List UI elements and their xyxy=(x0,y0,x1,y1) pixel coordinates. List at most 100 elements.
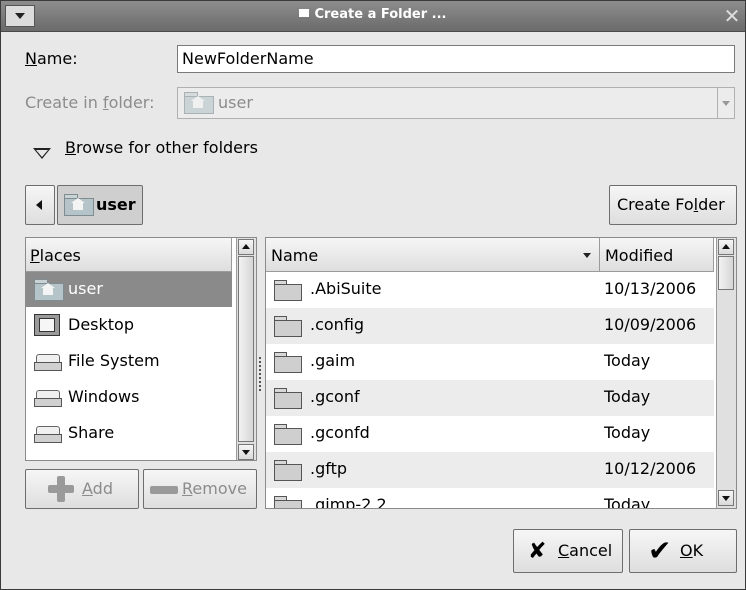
places-item-user[interactable]: user xyxy=(26,272,232,307)
file-name: .gftp xyxy=(310,459,348,478)
name-label-text: ame: xyxy=(36,49,78,68)
window-icon xyxy=(299,9,310,17)
folder-icon xyxy=(274,352,302,373)
create-in-folder-label: Create in folder: xyxy=(25,93,154,112)
file-row[interactable]: .AbiSuite 10/13/2006 xyxy=(266,272,714,308)
chevron-down-icon xyxy=(717,88,734,118)
create-folder-label: Create Folder xyxy=(617,195,725,214)
create-in-prefix: Create in xyxy=(25,93,103,112)
file-modified: 10/12/2006 xyxy=(604,459,697,478)
add-bookmark-button[interactable]: Add xyxy=(25,469,139,509)
file-modified: Today xyxy=(604,495,651,509)
desktop-icon xyxy=(34,314,60,336)
drive-icon xyxy=(34,426,62,443)
expander-arrow-icon[interactable] xyxy=(31,143,53,163)
home-folder-icon xyxy=(64,194,94,216)
create-folder-button[interactable]: Create Folder xyxy=(609,185,737,225)
places-column-header[interactable]: Places xyxy=(26,238,232,272)
titlebar: Create a Folder ... ✕ xyxy=(1,1,745,32)
file-modified: Today xyxy=(604,387,651,406)
places-item-windows[interactable]: Windows xyxy=(26,380,232,415)
folder-icon xyxy=(274,280,302,301)
file-name: .gconf xyxy=(310,387,360,406)
home-folder-icon xyxy=(184,92,214,114)
home-folder-icon xyxy=(34,279,64,301)
folder-icon xyxy=(274,388,302,409)
places-item-label: Desktop xyxy=(68,315,134,334)
remove-label-text: emove xyxy=(192,479,247,498)
scroll-down-arrow[interactable] xyxy=(718,490,734,506)
path-button-user[interactable]: user xyxy=(57,185,143,225)
places-header-text: laces xyxy=(39,246,81,265)
path-back-button[interactable] xyxy=(25,185,55,225)
column-header-modified-label: Modified xyxy=(605,246,674,265)
file-row[interactable]: .gconf Today xyxy=(266,380,714,416)
name-label: Name: xyxy=(25,49,78,68)
create-folder-label-a: Create Fo xyxy=(617,195,694,214)
places-list: Places user Desktop File System Windows … xyxy=(25,237,257,461)
drive-icon xyxy=(34,390,62,407)
cancel-icon: ✘ xyxy=(528,539,547,564)
folder-icon xyxy=(274,424,302,445)
file-list: Name Modified .AbiSuite 10/13/2006 .conf… xyxy=(265,237,737,509)
places-item-label: Windows xyxy=(68,387,140,406)
folder-icon xyxy=(274,460,302,481)
file-list-scroll-thumb[interactable] xyxy=(718,256,734,290)
column-header-name-label: Name xyxy=(271,246,319,265)
folder-name-value: NewFolderName xyxy=(182,49,314,68)
file-modified: Today xyxy=(604,351,651,370)
ok-button[interactable]: ✔ OK xyxy=(629,529,737,573)
places-scrollbar[interactable] xyxy=(236,238,256,460)
remove-mnemonic: R xyxy=(182,479,193,498)
window-title-text: Create a Folder ... xyxy=(314,7,447,22)
cancel-label-text: ancel xyxy=(569,541,613,560)
add-mnemonic: A xyxy=(82,479,93,498)
add-label-text: dd xyxy=(92,479,113,498)
browse-label-text: rowse for other folders xyxy=(75,138,258,157)
file-row[interactable]: .gimp-2.2 Today xyxy=(266,488,714,509)
name-label-mnemonic: N xyxy=(25,49,37,68)
add-icon xyxy=(48,476,74,502)
create-in-suffix: older: xyxy=(108,93,155,112)
folder-name-input[interactable]: NewFolderName xyxy=(177,45,735,73)
browse-mnemonic: B xyxy=(65,138,76,157)
cancel-mnemonic: C xyxy=(558,541,570,560)
folder-icon xyxy=(274,316,302,337)
cancel-button[interactable]: ✘ Cancel xyxy=(513,529,623,573)
create-folder-label-b: der xyxy=(698,195,725,214)
file-list-scrollbar[interactable] xyxy=(716,238,736,508)
window-title: Create a Folder ... xyxy=(1,7,745,22)
places-item-label: Share xyxy=(68,423,115,442)
places-scroll-thumb[interactable] xyxy=(238,256,254,442)
scroll-up-arrow[interactable] xyxy=(718,239,734,255)
scroll-down-arrow[interactable] xyxy=(238,444,254,460)
file-row[interactable]: .gconfd Today xyxy=(266,416,714,452)
places-item-file-system[interactable]: File System xyxy=(26,344,232,379)
close-icon: ✕ xyxy=(723,4,741,28)
file-name: .gimp-2.2 xyxy=(310,495,387,509)
file-row[interactable]: .config 10/09/2006 xyxy=(266,308,714,344)
file-modified: Today xyxy=(604,423,651,442)
scroll-up-arrow[interactable] xyxy=(238,239,254,255)
column-header-modified[interactable]: Modified xyxy=(600,238,714,272)
places-item-label: user xyxy=(68,279,103,298)
browse-for-other-folders[interactable]: Browse for other folders xyxy=(65,138,258,157)
remove-icon xyxy=(150,486,178,494)
file-name: .gconfd xyxy=(310,423,370,442)
remove-bookmark-button[interactable]: Remove xyxy=(143,469,257,509)
file-name: .AbiSuite xyxy=(310,279,382,298)
close-button[interactable]: ✕ xyxy=(721,5,743,27)
sort-descending-icon xyxy=(583,253,591,258)
ok-mnemonic: O xyxy=(680,541,693,560)
file-row[interactable]: .gftp 10/12/2006 xyxy=(266,452,714,488)
file-row[interactable]: .gaim Today xyxy=(266,344,714,380)
file-name: .config xyxy=(310,315,365,334)
places-item-desktop[interactable]: Desktop xyxy=(26,308,232,343)
column-header-name[interactable]: Name xyxy=(266,238,600,272)
file-modified: 10/09/2006 xyxy=(604,315,697,334)
places-item-share[interactable]: Share xyxy=(26,416,232,451)
create-in-folder-combo: user xyxy=(177,87,735,119)
ok-label-text: K xyxy=(692,541,704,560)
path-button-label: user xyxy=(96,195,136,214)
create-folder-dialog: Create a Folder ... ✕ Name: NewFolderNam… xyxy=(0,0,746,590)
